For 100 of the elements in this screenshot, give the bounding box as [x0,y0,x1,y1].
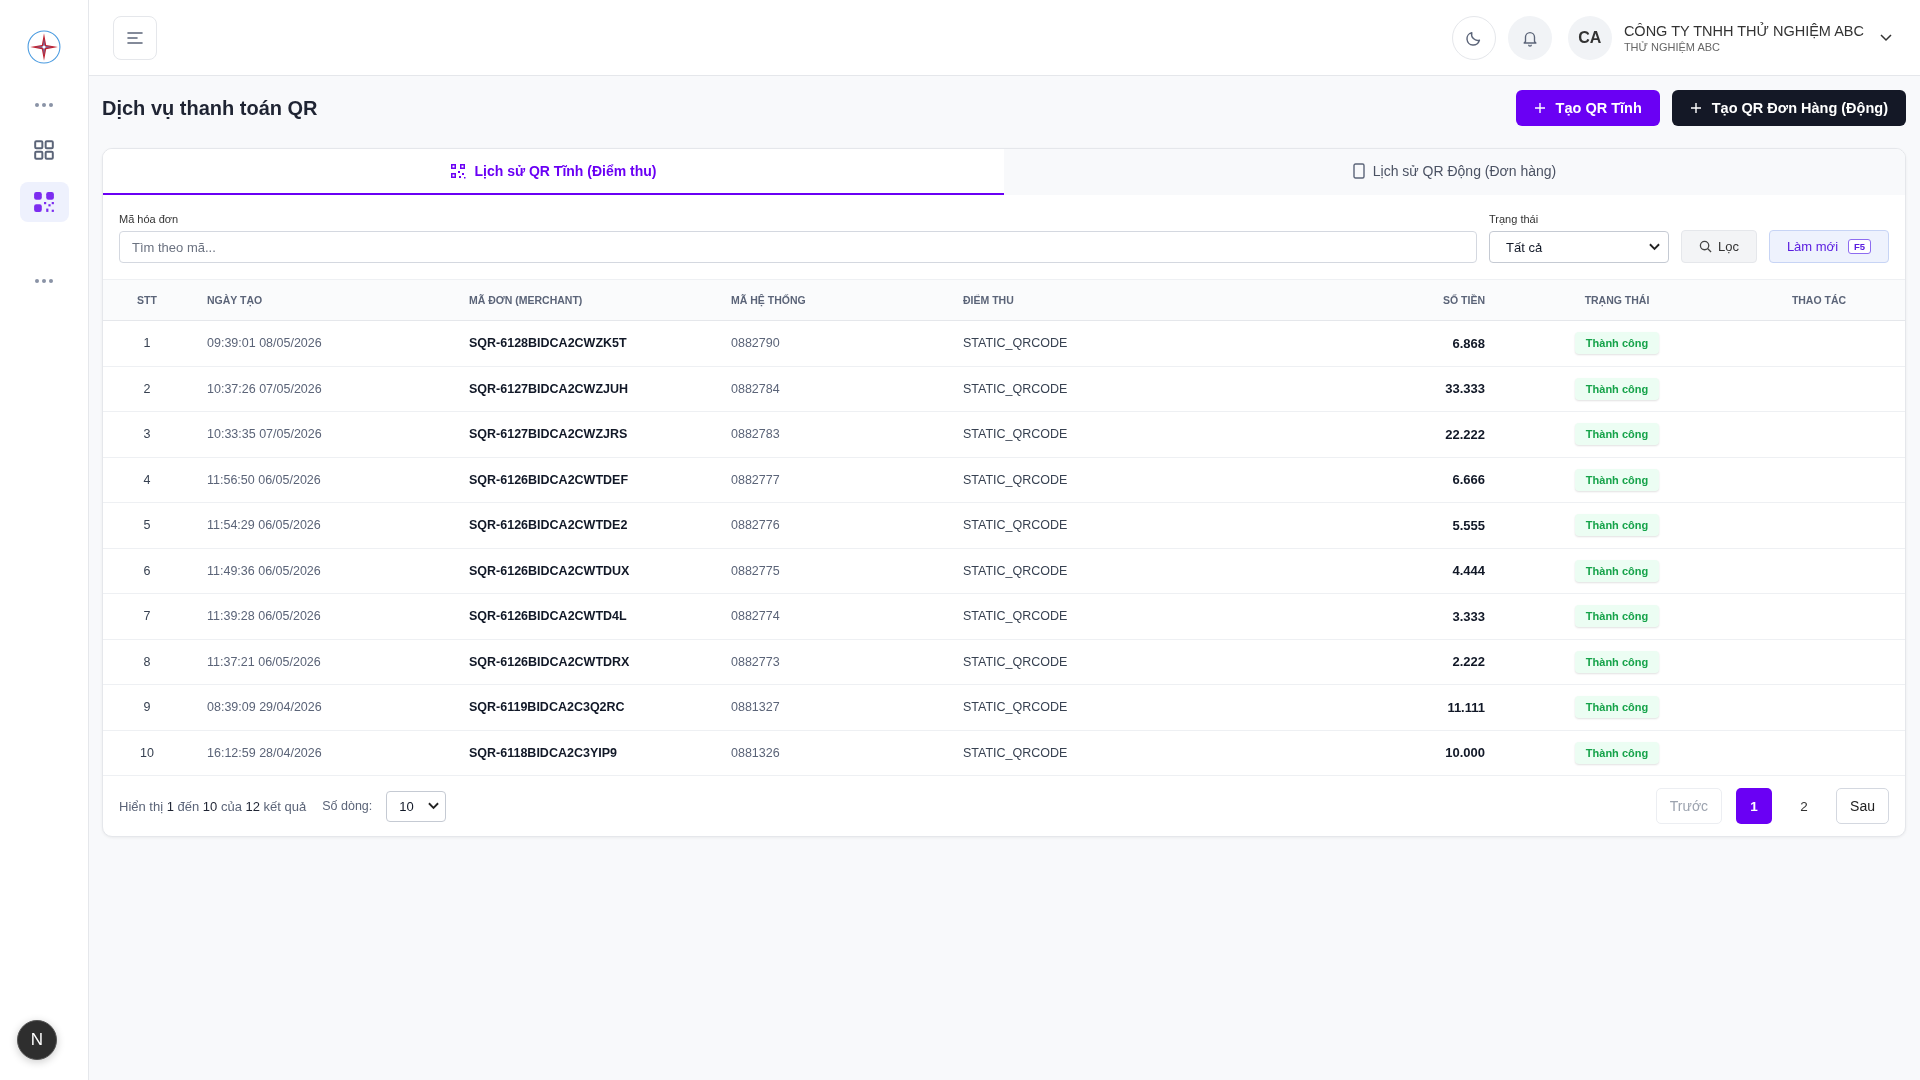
column-header: THAO TÁC [1790,294,1848,306]
status-badge: Thành công [1574,741,1660,764]
table-cell-text: SQR-6119BIDCA2C3Q2RC [468,700,626,715]
table-cell-text: 10:37:26 07/05/2026 [206,381,323,396]
table-cell-text: SQR-6126BIDCA2CWTD4L [468,609,628,624]
table-cell-text: SQR-6127BIDCA2CWZJRS [468,427,629,442]
create-order-qr-button[interactable]: Tạo QR Đơn Hàng (Động) [1671,90,1906,126]
table-cell-text: STATIC_QRCODE [962,381,1069,396]
table-cell-text: 10.000 [1444,745,1486,761]
table-cell-text: 2.222 [1451,654,1486,670]
table-cell-text: 09:39:01 08/05/2026 [206,336,323,351]
column-header: TRẠNG THÁI [1583,294,1651,306]
table-cell-text: 0882776 [730,518,781,533]
table-cell-text: SQR-6128BIDCA2CWZK5T [468,336,628,351]
shortcut-key: F5 [1848,239,1872,254]
page-button[interactable]: 1 [1736,788,1773,824]
table-cell-text: STATIC_QRCODE [962,518,1069,533]
table-cell-text: 6.868 [1451,335,1486,351]
table-cell-text: SQR-6126BIDCA2CWTDEF [468,472,630,487]
column-header: MÃ ĐƠN (MERCHANT) [468,294,584,306]
status-badge: Thành công [1574,605,1660,628]
qr-icon [33,191,55,213]
filter-button[interactable]: Lọc [1681,230,1757,263]
more-icon [34,102,54,108]
page-button[interactable]: 2 [1786,788,1823,824]
status-badge: Thành công [1574,423,1660,446]
refresh-button[interactable]: Làm mới F5 [1769,230,1889,263]
column-header: MÃ HỆ THỐNG [730,294,807,306]
create-static-qr-button[interactable]: Tạo QR Tĩnh [1515,90,1660,126]
chevron-down-icon[interactable] [1880,33,1892,42]
field-label: Trạng thái [1489,213,1540,225]
table-cell-text: 4.444 [1451,563,1486,579]
rows-per-page-label: Số dòng: [322,799,373,813]
next-page-button[interactable]: Sau [1836,788,1889,824]
status-badge: Thành công [1574,332,1660,355]
table-cell-text: 10 [139,745,155,760]
grid-icon [33,139,55,161]
rows-per-page-select[interactable]: 10 [386,790,447,822]
search-icon [1699,240,1712,253]
table-cell-text: 5 [142,518,152,533]
results-summary: Hiển thị 1 đến 10 của 12 kết quả [119,798,307,814]
field-label: Mã hóa đơn [119,213,180,225]
tab[interactable]: Lịch sử QR Tĩnh (Điểm thu) [103,149,1004,195]
column-header: SỐ TIỀN [1442,294,1486,306]
table-cell-text: 16:12:59 28/04/2026 [206,745,323,760]
chevron-down-icon [1649,243,1660,251]
plus-icon [1689,102,1702,114]
status-badge: Thành công [1574,514,1660,537]
dev-indicator[interactable]: N [17,1020,57,1060]
table-cell-text: 0882775 [730,563,781,578]
table-cell-text: 0882790 [730,336,781,351]
table-cell-text: 10:33:35 07/05/2026 [206,427,323,442]
table-cell-text: 6 [142,563,152,578]
table-cell-text: 3.333 [1451,608,1486,624]
table-cell-text: 4 [142,472,152,487]
table-cell-text: 11:37:21 06/05/2026 [206,654,322,669]
table-cell-text: 11:56:50 06/05/2026 [206,472,322,487]
user-avatar[interactable]: CA [1567,15,1612,60]
qr-icon [450,163,467,179]
logo-icon [27,30,61,64]
more-icon [34,278,54,284]
table-cell-text: 5.555 [1451,517,1486,533]
menu-icon [127,31,143,44]
table-cell-text: 11:39:28 06/05/2026 [206,609,322,624]
table-cell-text: STATIC_QRCODE [962,654,1069,669]
table-cell-text: STATIC_QRCODE [962,563,1069,578]
table-cell-text: 0882777 [730,472,781,487]
table-cell-text: STATIC_QRCODE [962,609,1069,624]
search-field[interactable]: Tìm theo mã... [119,231,1477,263]
table-cell-text: 0882783 [730,427,781,442]
table-cell-text: 1 [142,336,152,351]
menu-button[interactable] [113,15,157,60]
table-cell-text: 33.333 [1444,381,1486,397]
chevron-down-icon [428,802,440,810]
column-header: ĐIỂM THU [962,294,1015,306]
status-badge: Thành công [1574,650,1660,673]
table-cell-text: STATIC_QRCODE [962,336,1069,351]
status-badge: Thành công [1574,696,1660,719]
status-badge: Thành công [1574,559,1660,582]
table-cell-text: 11:49:36 06/05/2026 [206,563,322,578]
plus-icon [1533,102,1546,114]
table-cell-text: SQR-6126BIDCA2CWTDRX [468,654,631,669]
table-cell-text: STATIC_QRCODE [962,745,1069,760]
table-cell-text: 0882773 [730,654,781,669]
phone-icon [1352,163,1365,179]
table-cell-text: 9 [142,700,152,715]
status-badge: Thành công [1574,468,1660,491]
table-cell-text: 0882784 [730,381,781,396]
table-cell-text: 11:54:29 06/05/2026 [206,518,322,533]
table-cell-text: STATIC_QRCODE [962,700,1069,715]
table-cell-text: STATIC_QRCODE [962,427,1069,442]
qr-nav-item[interactable] [19,182,69,222]
status-select[interactable]: Tất cả [1489,231,1669,263]
table-cell-text: SQR-6126BIDCA2CWTDUX [468,563,631,578]
table-cell-text: SQR-6127BIDCA2CWZJUH [468,381,630,396]
table-cell-text: 6.666 [1451,472,1486,488]
company-name: CÔNG TY TNHH THỬ NGHIỆM ABC [1623,22,1864,39]
table-cell-text: SQR-6126BIDCA2CWTDE2 [468,518,629,533]
tab[interactable]: Lịch sử QR Động (Đơn hàng) [1004,149,1905,195]
table-cell-text: 11.111 [1446,699,1486,715]
